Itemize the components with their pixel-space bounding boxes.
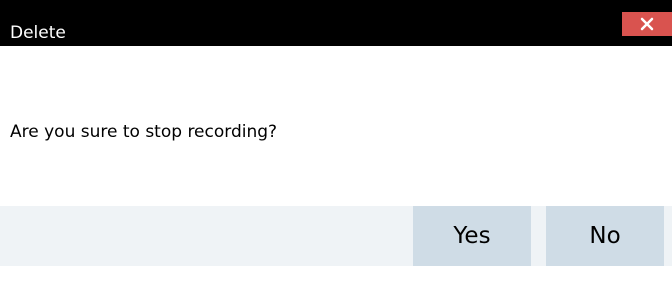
dialog-titlebar: Delete [0, 0, 672, 46]
dialog-message: Are you sure to stop recording? [10, 122, 278, 142]
close-icon [640, 17, 654, 31]
close-button[interactable] [622, 12, 672, 36]
yes-button[interactable]: Yes [413, 206, 531, 266]
no-button[interactable]: No [546, 206, 664, 266]
delete-dialog: Delete Are you sure to stop recording? Y… [0, 0, 672, 293]
dialog-title: Delete [10, 23, 66, 43]
dialog-footer: Yes No [0, 206, 672, 266]
